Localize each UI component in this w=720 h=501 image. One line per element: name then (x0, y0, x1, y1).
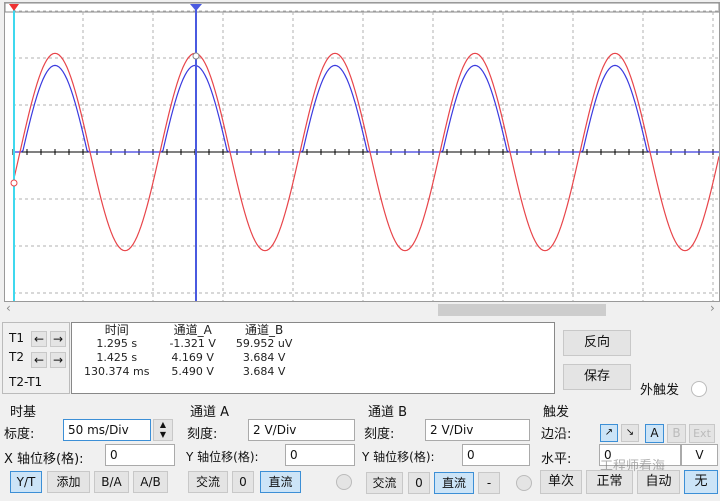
header-time: 时间 (104, 323, 129, 337)
channel-a-ac-button[interactable]: 交流 (188, 471, 228, 493)
channel-a-title: 通道 A (190, 405, 230, 420)
channel-a-dc-button[interactable]: 直流 (260, 471, 301, 493)
channel-b-dc-button[interactable]: 直流 (434, 472, 474, 494)
diff-time: 130.374 ms (84, 365, 150, 378)
t1-channel-b: 59.952 uV (235, 337, 293, 350)
t2-intersection-marker (192, 52, 200, 60)
horizontal-scrollbar[interactable]: ‹ › (0, 301, 720, 317)
channel-b-zero-button[interactable]: 0 (408, 472, 430, 494)
diff-channel-a: 5.490 V (171, 365, 214, 378)
trigger-falling-edge-button[interactable]: ↘ (621, 424, 639, 442)
scrollbar-thumb[interactable] (438, 304, 606, 316)
channel-b-ypos-label: Y 轴位移(格): (362, 450, 435, 464)
reverse-button[interactable]: 反向 (563, 330, 631, 356)
t2-label: T2 (9, 350, 24, 364)
diff-channel-b: 3.684 V (242, 365, 286, 378)
trigger-rising-edge-button[interactable]: ↗ (600, 424, 618, 442)
channel-a-scale-input[interactable]: 2 V/Div (248, 419, 355, 441)
channel-a-scale-label: 刻度: (187, 427, 218, 442)
measurement-readout: 时间 通道_A 通道_B 1.295 s -1.321 V 59.952 uV 1.42… (71, 322, 555, 394)
t1-right-button[interactable]: → (50, 331, 66, 347)
t2-channel-a: 4.169 V (171, 351, 214, 364)
mode-ab-button[interactable]: A/B (133, 471, 168, 493)
t1-time: 1.295 s (96, 337, 138, 350)
x-position-input[interactable]: 0 (105, 444, 175, 466)
header-channel-b: 通道_B (245, 323, 284, 337)
channel-b-minus-button[interactable]: - (478, 472, 500, 494)
trigger-normal-button[interactable]: 正常 (586, 470, 633, 494)
channel-b-scale-label: 刻度: (364, 427, 395, 442)
channel-a-radio[interactable] (336, 474, 352, 490)
trigger-auto-button[interactable]: 自动 (637, 470, 680, 494)
trigger-none-button[interactable]: 无 (684, 470, 718, 494)
x-position-label: X 轴位移(格): (4, 452, 84, 467)
channel-a-ypos-label: Y 轴位移(格): (186, 450, 259, 464)
t1-channel-a: -1.321 V (169, 337, 216, 350)
cursor-controls: T1 ← → T2 ← → T2-T1 (2, 322, 70, 394)
mode-yt-button[interactable]: Y/T (10, 471, 42, 493)
external-trigger-label: 外触发 (640, 383, 680, 398)
channel-b-ypos-input[interactable]: 0 (462, 444, 530, 466)
channel-a-ypos-input[interactable]: 0 (285, 444, 355, 466)
channel-b-trace (13, 64, 719, 153)
t2-right-button[interactable]: → (50, 352, 66, 368)
scroll-left-icon[interactable]: ‹ (6, 301, 11, 315)
trigger-source-ext-button[interactable]: Ext (689, 424, 715, 443)
save-button[interactable]: 保存 (563, 364, 631, 390)
channel-b-radio[interactable] (516, 475, 532, 491)
t2-time: 1.425 s (96, 351, 138, 364)
trigger-edge-label: 边沿: (541, 427, 572, 442)
trigger-source-a-button[interactable]: A (645, 424, 664, 443)
t2-channel-b: 3.684 V (242, 351, 286, 364)
channel-a-zero-button[interactable]: 0 (232, 471, 254, 493)
t1-label: T1 (9, 331, 24, 345)
readout-row-diff: 130.374 ms 5.490 V 3.684 V (74, 365, 302, 379)
oscilloscope-screen (4, 2, 720, 302)
t1-intersection-marker (10, 179, 18, 187)
timebase-scale-input[interactable]: 50 ms/Div (63, 419, 151, 441)
channel-b-scale-input[interactable]: 2 V/Div (425, 419, 530, 441)
scroll-right-icon[interactable]: › (710, 301, 715, 315)
t2-t1-label: T2-T1 (9, 375, 43, 389)
waveform-plot (4, 2, 720, 301)
mode-ba-button[interactable]: B/A (94, 471, 129, 493)
mode-add-button[interactable]: 添加 (47, 471, 90, 493)
trigger-single-button[interactable]: 单次 (540, 470, 582, 494)
t1-left-button[interactable]: ← (31, 331, 47, 347)
trigger-level-unit[interactable]: V (681, 444, 718, 466)
external-trigger-radio[interactable] (691, 381, 707, 397)
timebase-scale-spinner[interactable]: ▲ ▼ (153, 419, 173, 441)
t2-left-button[interactable]: ← (31, 352, 47, 368)
trigger-source-b-button[interactable]: B (667, 424, 686, 443)
header-channel-a: 通道_A (173, 323, 212, 337)
channel-b-ac-button[interactable]: 交流 (366, 472, 403, 494)
channel-b-title: 通道 B (368, 405, 408, 420)
timebase-title: 时基 (10, 405, 37, 420)
readout-row-t2: 1.425 s 4.169 V 3.684 V (74, 351, 302, 365)
timebase-scale-label: 标度: (4, 427, 35, 442)
readout-row-t1: 1.295 s -1.321 V 59.952 uV (74, 337, 302, 351)
trigger-title: 触发 (543, 405, 570, 420)
trigger-level-label: 水平: (541, 452, 572, 467)
